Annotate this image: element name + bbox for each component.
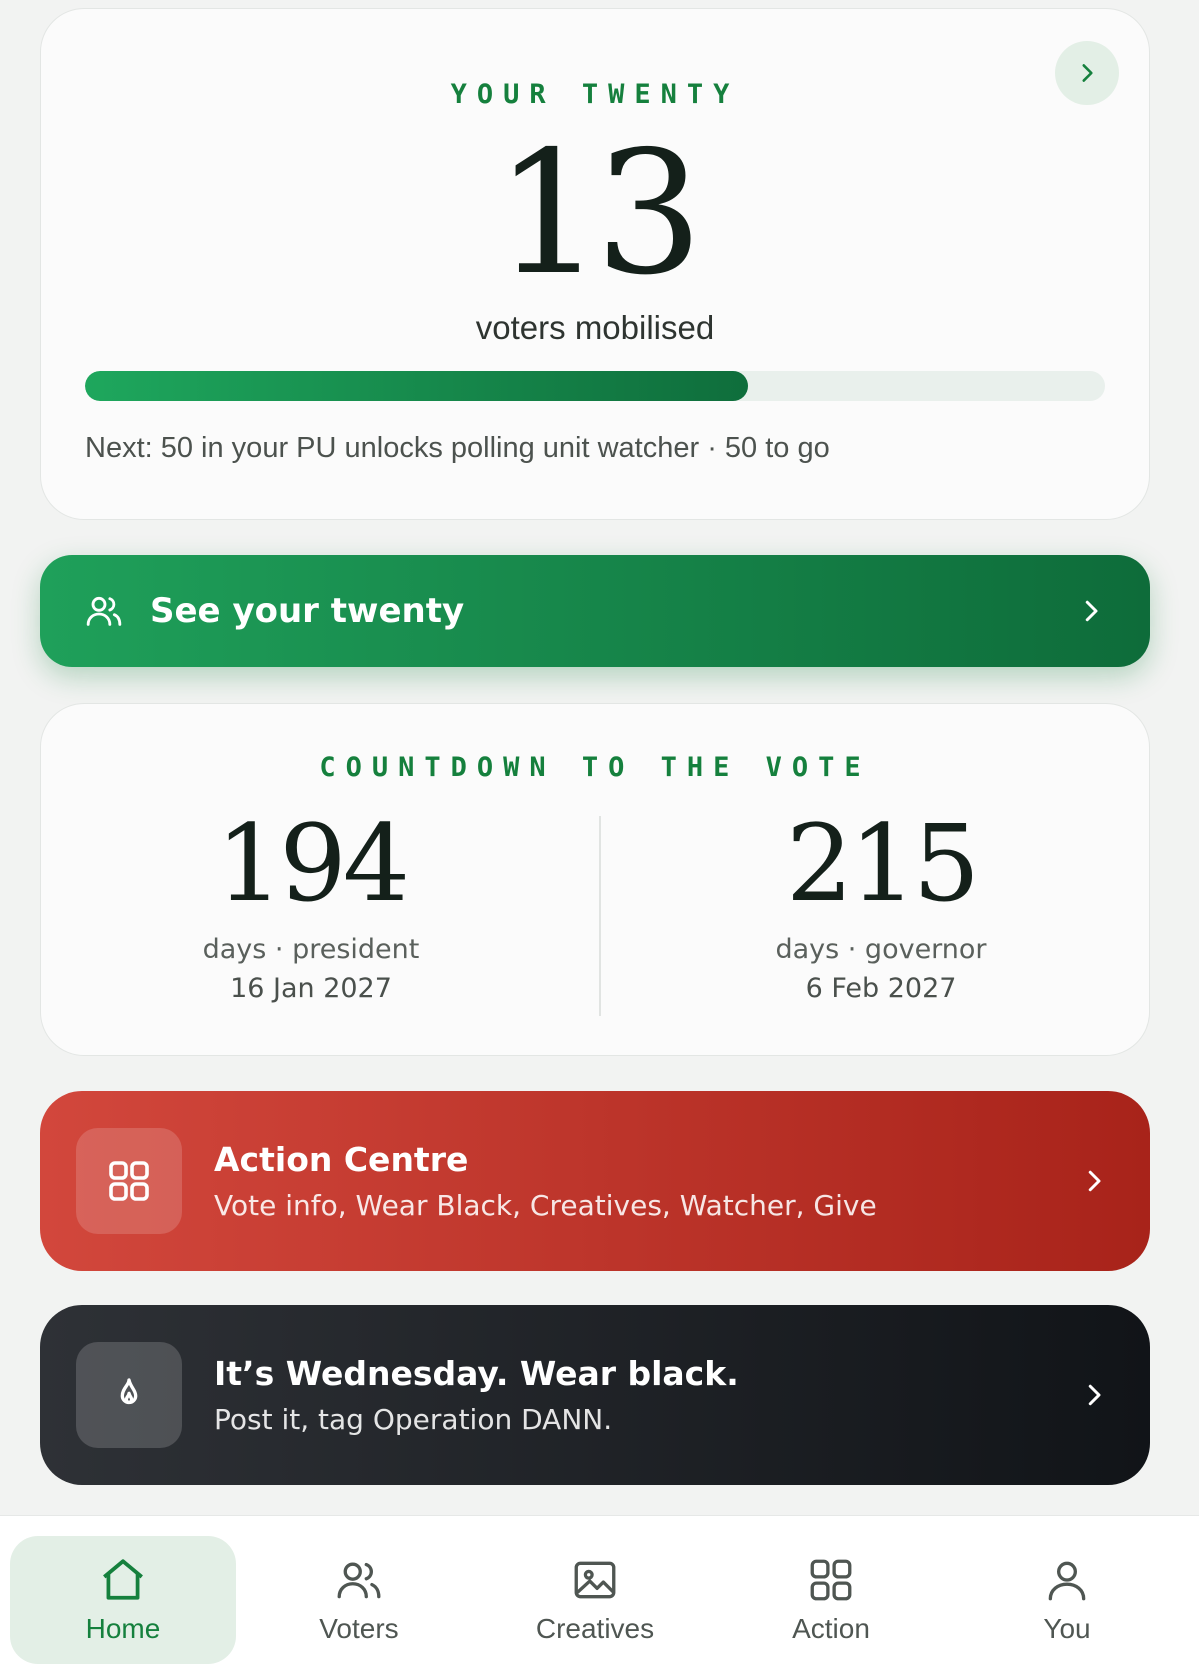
nav-label: Home: [85, 1613, 161, 1644]
countdown-eyebrow: COUNTDOWN TO THE VOTE: [319, 752, 871, 783]
countdown-card: COUNTDOWN TO THE VOTE 194 days · preside…: [40, 703, 1150, 1056]
election-date: 6 Feb 2027: [805, 973, 957, 1004]
days-label: days · governor: [775, 934, 987, 965]
voters-mobilised-caption: voters mobilised: [475, 309, 715, 346]
home-icon: [98, 1555, 148, 1605]
your-twenty-open-button[interactable]: [1055, 41, 1119, 105]
divider: [599, 816, 601, 1016]
image-icon: [570, 1555, 620, 1605]
mobilisation-progress-fill: [85, 371, 748, 401]
action-centre-subtitle: Vote info, Wear Black, Creatives, Watche…: [214, 1189, 877, 1222]
flame-icon: [76, 1342, 182, 1448]
countdown-president: 194 days · president 16 Jan 2027: [41, 802, 581, 1005]
days-label: days · president: [202, 934, 420, 965]
action-centre-title: Action Centre: [214, 1140, 469, 1179]
see-your-twenty-button[interactable]: See your twenty: [40, 555, 1150, 667]
nav-label: Action: [792, 1613, 870, 1644]
nav-voters[interactable]: Voters: [246, 1536, 472, 1664]
nav-you[interactable]: You: [954, 1536, 1180, 1664]
your-twenty-eyebrow: YOUR TWENTY: [450, 79, 740, 110]
bottom-navigation: Home Voters Creatives Action You: [0, 1515, 1199, 1675]
action-centre-card[interactable]: Action Centre Vote info, Wear Black, Cre…: [40, 1091, 1150, 1271]
nav-creatives[interactable]: Creatives: [482, 1536, 708, 1664]
wear-black-subtitle: Post it, tag Operation DANN.: [214, 1403, 613, 1436]
nav-action[interactable]: Action: [718, 1536, 944, 1664]
your-twenty-card: YOUR TWENTY 13 voters mobilised Next: 50…: [40, 8, 1150, 520]
nav-label: You: [1043, 1613, 1091, 1644]
see-your-twenty-label: See your twenty: [150, 591, 465, 631]
nav-label: Voters: [319, 1613, 399, 1644]
chevron-right-icon: [1074, 1166, 1114, 1196]
users-icon: [334, 1555, 384, 1605]
mobilisation-progress-bar: [85, 371, 1105, 401]
election-date: 16 Jan 2027: [230, 973, 392, 1004]
user-icon: [1042, 1555, 1092, 1605]
voters-mobilised-count: 13: [494, 115, 703, 313]
wear-black-title: It’s Wednesday. Wear black.: [214, 1354, 739, 1393]
countdown-governor: 215 days · governor 6 Feb 2027: [611, 802, 1151, 1005]
wear-black-card[interactable]: It’s Wednesday. Wear black. Post it, tag…: [40, 1305, 1150, 1485]
chevron-right-icon: [1074, 1380, 1114, 1410]
users-icon: [84, 591, 124, 631]
chevron-right-icon: [1076, 596, 1106, 626]
grid-icon: [806, 1555, 856, 1605]
next-milestone-text: Next: 50 in your PU unlocks polling unit…: [85, 432, 830, 464]
chevron-right-icon: [1074, 60, 1100, 86]
grid-icon: [76, 1128, 182, 1234]
days-count: 194: [215, 802, 410, 925]
nav-label: Creatives: [535, 1613, 655, 1644]
days-count: 215: [785, 802, 980, 925]
nav-home[interactable]: Home: [10, 1536, 236, 1664]
